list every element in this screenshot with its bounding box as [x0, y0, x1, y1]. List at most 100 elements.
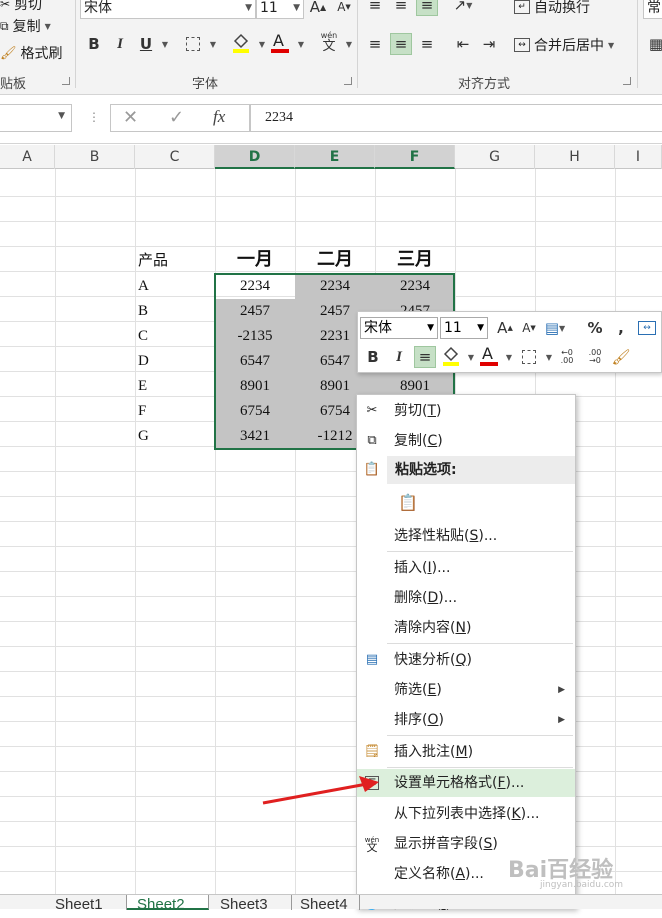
- align-center-icon[interactable]: ≡: [390, 33, 412, 55]
- cut-button[interactable]: ✂ 剪切: [0, 0, 42, 14]
- clipboard-launcher-icon[interactable]: [62, 77, 70, 85]
- shrink-font-icon[interactable]: A ▼: [333, 0, 355, 18]
- cell-value[interactable]: 6754: [215, 399, 295, 424]
- phonetic-guide-icon[interactable]: wén 文: [318, 31, 340, 53]
- cell-value[interactable]: 8901: [215, 374, 295, 399]
- decrease-indent-icon[interactable]: ⇤: [452, 33, 474, 55]
- accounting-format-icon[interactable]: ▤ ▼: [544, 317, 566, 339]
- cell-value[interactable]: 2457: [215, 299, 295, 324]
- merge-center-icon[interactable]: ↔: [636, 317, 658, 339]
- cell-header-month[interactable]: 一月: [215, 247, 295, 272]
- cell-value[interactable]: 2234: [295, 274, 375, 299]
- column-header-b[interactable]: B: [55, 145, 135, 169]
- number-format-combo[interactable]: 常: [643, 0, 662, 19]
- accounting-format-icon[interactable]: ▦: [645, 33, 662, 55]
- align-left-icon[interactable]: ≡: [364, 33, 386, 55]
- chevron-down-icon[interactable]: ▼: [498, 346, 520, 368]
- center-align-icon[interactable]: ≡: [414, 346, 436, 368]
- sheet-tab-sheet1[interactable]: Sheet1: [45, 895, 127, 910]
- cell-product[interactable]: E: [138, 374, 215, 399]
- cell-product[interactable]: F: [138, 399, 215, 424]
- font-color-icon[interactable]: A: [269, 31, 291, 53]
- column-header-c[interactable]: C: [135, 145, 215, 169]
- menu-item-clear-contents[interactable]: 清除内容(N): [357, 614, 575, 642]
- menu-item-sort[interactable]: 排序(O) ▶: [357, 706, 575, 734]
- enter-icon[interactable]: ✓: [169, 107, 184, 128]
- format-painter-icon[interactable]: 🖌: [610, 346, 632, 368]
- cell-header-product[interactable]: 产品: [138, 249, 215, 274]
- column-header-i[interactable]: I: [615, 145, 662, 169]
- chevron-down-icon[interactable]: ▼: [58, 111, 65, 121]
- chevron-down-icon[interactable]: ▼: [202, 33, 224, 55]
- cell-value[interactable]: 6547: [215, 349, 295, 374]
- italic-icon[interactable]: I: [388, 346, 410, 368]
- menu-item-quick-analysis[interactable]: ▤ 快速分析(Q): [357, 646, 575, 674]
- mini-font-name-combo[interactable]: 宋体 ▼: [360, 317, 438, 339]
- increase-decimal-icon[interactable]: ←0.00: [556, 346, 578, 368]
- alignment-launcher-icon[interactable]: [623, 77, 631, 85]
- font-size-combo[interactable]: 11 ▼: [256, 0, 304, 19]
- decrease-decimal-icon[interactable]: .00 →0: [584, 346, 606, 368]
- font-launcher-icon[interactable]: [344, 77, 352, 85]
- increase-indent-icon[interactable]: ⇥: [478, 33, 500, 55]
- grow-font-icon[interactable]: A ▲: [307, 0, 329, 18]
- comma-style-icon[interactable]: ,: [610, 317, 632, 339]
- formula-bar-grip-icon[interactable]: ⋮: [88, 110, 100, 124]
- name-box[interactable]: ▼: [0, 104, 72, 132]
- menu-item-paste-special[interactable]: 选择性粘贴(S)...: [357, 522, 575, 550]
- wrap-text-button[interactable]: ↵ 自动换行: [514, 0, 590, 17]
- percent-style-icon[interactable]: %: [584, 317, 606, 339]
- cell-product[interactable]: C: [138, 324, 215, 349]
- align-middle-icon[interactable]: ≡: [390, 0, 412, 16]
- cell-value[interactable]: 3421: [215, 424, 295, 449]
- align-top-icon[interactable]: ≡: [364, 0, 386, 16]
- align-bottom-icon[interactable]: ≡: [416, 0, 438, 16]
- cell-product[interactable]: B: [138, 299, 215, 324]
- fill-color-icon[interactable]: [230, 31, 252, 53]
- cancel-icon[interactable]: ✕: [123, 107, 138, 128]
- column-header-g[interactable]: G: [455, 145, 535, 169]
- column-header-f[interactable]: F: [375, 145, 455, 169]
- font-name-combo[interactable]: 宋体 ▼: [80, 0, 256, 19]
- menu-item-insert-comment[interactable]: 🗒 插入批注(M): [357, 738, 575, 766]
- format-painter-button[interactable]: 🖌 格式刷: [0, 43, 63, 63]
- chevron-down-icon[interactable]: ▼: [154, 33, 176, 55]
- align-right-icon[interactable]: ≡: [416, 33, 438, 55]
- column-header-a[interactable]: A: [0, 145, 55, 169]
- merge-center-button[interactable]: ↔ 合并后居中 ▼: [514, 35, 614, 55]
- menu-item-cut[interactable]: ✂ 剪切(T): [357, 397, 575, 425]
- menu-item-format-cells[interactable]: ☰ 设置单元格格式(F)...: [357, 769, 575, 797]
- shrink-font-icon[interactable]: A ▼: [518, 317, 540, 339]
- chevron-down-icon[interactable]: ▼: [290, 33, 312, 55]
- menu-item-insert[interactable]: 插入(I)...: [357, 554, 575, 582]
- menu-item-pick-from-list[interactable]: 从下拉列表中选择(K)...: [357, 800, 575, 828]
- bold-icon[interactable]: B: [83, 33, 105, 55]
- column-header-h[interactable]: H: [535, 145, 615, 169]
- sheet-tab-sheet3[interactable]: Sheet3: [210, 895, 292, 910]
- copy-button[interactable]: ⧉ 复制 ▼: [0, 16, 51, 36]
- cell-value[interactable]: 2234: [215, 274, 295, 299]
- cell-product[interactable]: D: [138, 349, 215, 374]
- paste-icon[interactable]: 📋: [395, 489, 421, 515]
- cell-product[interactable]: A: [138, 274, 215, 299]
- sheet-tab-sheet4[interactable]: Sheet4: [290, 895, 360, 910]
- column-header-d[interactable]: D: [215, 145, 295, 169]
- cell-product[interactable]: G: [138, 424, 215, 449]
- font-color-icon[interactable]: A: [478, 344, 500, 366]
- borders-icon[interactable]: [518, 346, 540, 368]
- insert-function-icon[interactable]: fx: [213, 107, 225, 127]
- menu-item-delete[interactable]: 删除(D)...: [357, 584, 575, 612]
- cell-value[interactable]: -2135: [215, 324, 295, 349]
- menu-item-filter[interactable]: 筛选(E) ▶: [357, 676, 575, 704]
- cell-header-month[interactable]: 二月: [295, 247, 375, 272]
- formula-input[interactable]: 2234: [250, 104, 662, 132]
- sheet-tab-sheet2[interactable]: Sheet2: [127, 895, 209, 910]
- grow-font-icon[interactable]: A ▲: [494, 317, 516, 339]
- cell-header-month[interactable]: 三月: [375, 247, 455, 272]
- fill-color-icon[interactable]: [440, 344, 462, 366]
- menu-item-copy[interactable]: ⧉ 复制(C): [357, 427, 575, 455]
- orientation-icon[interactable]: ↗ ▼: [452, 0, 474, 16]
- bold-icon[interactable]: B: [362, 346, 384, 368]
- borders-icon[interactable]: [182, 33, 204, 55]
- mini-font-size-combo[interactable]: 11 ▼: [440, 317, 488, 339]
